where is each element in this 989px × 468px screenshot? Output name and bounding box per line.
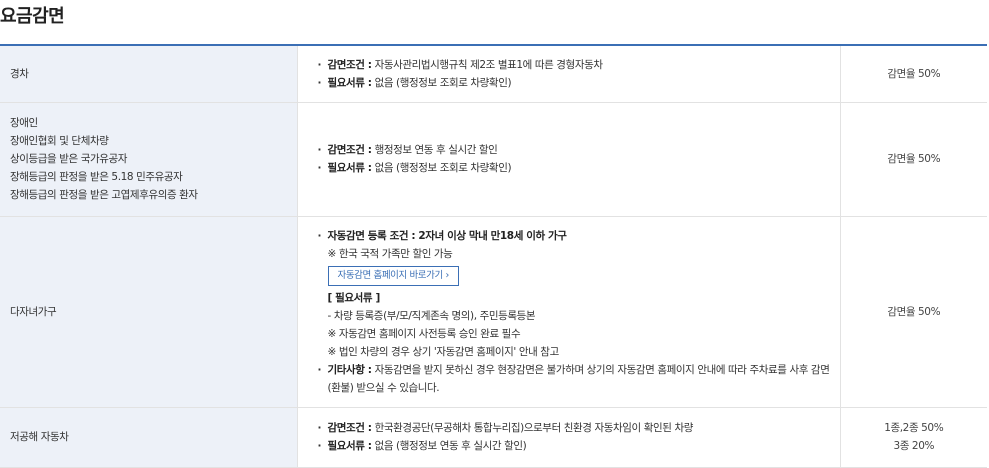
condition-cell: 감면조건 : 자동사관리법시행규칙 제2조 별표1에 따른 경형자동차 필요서류…: [296, 45, 840, 103]
auto-discount-condition: 자동감면 등록 조건 : 2자녀 이상 막내 만18세 이하 가구: [310, 227, 828, 245]
table-row: 장애인 장애인협회 및 단체차량 상이등급을 받은 국가유공자 장해등급의 판정…: [0, 102, 987, 217]
discount-table: 경차 감면조건 : 자동사관리법시행규칙 제2조 별표1에 따른 경형자동차 필…: [0, 44, 987, 468]
auto-discount-homepage-link[interactable]: 자동감면 홈페이지 바로가기 ›: [327, 265, 459, 286]
rate-cell: 감면율 50%: [839, 45, 987, 103]
category-line: 상이등급을 받은 국가유공자: [10, 153, 127, 165]
category-cell: 다자녀가구: [0, 216, 297, 408]
page-title: 요금감면: [0, 6, 65, 27]
category-line: 장해등급의 판정을 받은 5.18 민주유공자: [10, 171, 183, 183]
condition-text: 행정정보 연동 후 실시간 할인: [374, 144, 498, 156]
etc-line: 기타사항 : 자동감면을 받지 못하신 경우 현장감면은 불가하며 상기의 자동…: [310, 361, 830, 379]
documents-line: 필요서류 : 없음 (행정정보 연동 후 실시간 할인): [310, 437, 828, 455]
condition-label: 감면조건 :: [327, 144, 373, 156]
documents-line: 필요서류 : 없음 (행정정보 조회로 차량확인): [310, 74, 828, 92]
rate-cell: 감면율 50%: [839, 102, 987, 217]
note-line: ※ 한국 국적 가족만 할인 가능: [327, 247, 453, 260]
etc-label: 기타사항 :: [327, 363, 373, 376]
rate-cell: 1종,2종 50% 3종 20%: [839, 407, 987, 468]
category-line: 장애인: [10, 117, 38, 129]
condition-line: 감면조건 : 행정정보 연동 후 실시간 할인: [310, 141, 828, 159]
rate-line: 3종 20%: [893, 440, 935, 452]
auto-discount-label: 자동감면 등록 조건 : 2자녀 이상 막내 만18세 이하 가구: [327, 229, 567, 242]
documents-text: 없음 (행정정보 연동 후 실시간 할인): [374, 440, 527, 452]
condition-label: 감면조건 :: [327, 58, 373, 71]
documents-label: 필요서류 :: [327, 162, 373, 174]
documents-label: 필요서류 :: [327, 440, 373, 452]
documents-item: - 차량 등록증(부/모/직계존속 명의), 주민등록등본: [327, 309, 536, 322]
table-row: 다자녀가구 자동감면 등록 조건 : 2자녀 이상 막내 만18세 이하 가구 …: [0, 216, 987, 408]
condition-text: 한국환경공단(무공해차 통합누리집)으로부터 친환경 자동차임이 확인된 차량: [374, 422, 694, 434]
category-cell: 저공해 자동차: [0, 407, 297, 468]
note-line: ※ 법인 차량의 경우 상기 '자동감면 홈페이지' 안내 참고: [327, 345, 560, 358]
rate-cell: 감면율 50%: [839, 216, 987, 408]
condition-cell: 감면조건 : 행정정보 연동 후 실시간 할인 필요서류 : 없음 (행정정보 …: [296, 102, 840, 217]
category-line: 장해등급의 판정을 받은 고엽제후유의증 환자: [10, 189, 198, 201]
condition-text: 자동사관리법시행규칙 제2조 별표1에 따른 경형자동차: [374, 58, 603, 71]
condition-line: 감면조건 : 자동사관리법시행규칙 제2조 별표1에 따른 경형자동차: [310, 56, 828, 74]
condition-label: 감면조건 :: [327, 422, 373, 434]
documents-text: 없음 (행정정보 조회로 차량확인): [374, 76, 512, 89]
rate-line: 1종,2종 50%: [884, 422, 944, 434]
etc-text: 자동감면을 받지 못하신 경우 현장감면은 불가하며 상기의 자동감면 홈페이지…: [374, 363, 830, 376]
note-line: ※ 자동감면 홈페이지 사전등록 승인 완료 필수: [327, 327, 521, 340]
documents-line: 필요서류 : 없음 (행정정보 조회로 차량확인): [310, 159, 828, 177]
condition-cell: 자동감면 등록 조건 : 2자녀 이상 막내 만18세 이하 가구 ※ 한국 국…: [296, 216, 840, 408]
documents-header: [ 필요서류 ]: [327, 291, 381, 304]
documents-text: 없음 (행정정보 조회로 차량확인): [374, 162, 512, 174]
etc-line-continued: (환불) 받으실 수 있습니다.: [327, 381, 440, 394]
condition-line: 감면조건 : 한국환경공단(무공해차 통합누리집)으로부터 친환경 자동차임이 …: [310, 419, 828, 437]
category-line: 장애인협회 및 단체차량: [10, 135, 109, 147]
category-cell: 경차: [0, 45, 297, 103]
table-row: 저공해 자동차 감면조건 : 한국환경공단(무공해차 통합누리집)으로부터 친환…: [0, 407, 987, 468]
category-cell: 장애인 장애인협회 및 단체차량 상이등급을 받은 국가유공자 장해등급의 판정…: [0, 102, 297, 217]
table-row: 경차 감면조건 : 자동사관리법시행규칙 제2조 별표1에 따른 경형자동차 필…: [0, 45, 987, 103]
documents-label: 필요서류 :: [327, 76, 373, 89]
condition-cell: 감면조건 : 한국환경공단(무공해차 통합누리집)으로부터 친환경 자동차임이 …: [296, 407, 840, 468]
